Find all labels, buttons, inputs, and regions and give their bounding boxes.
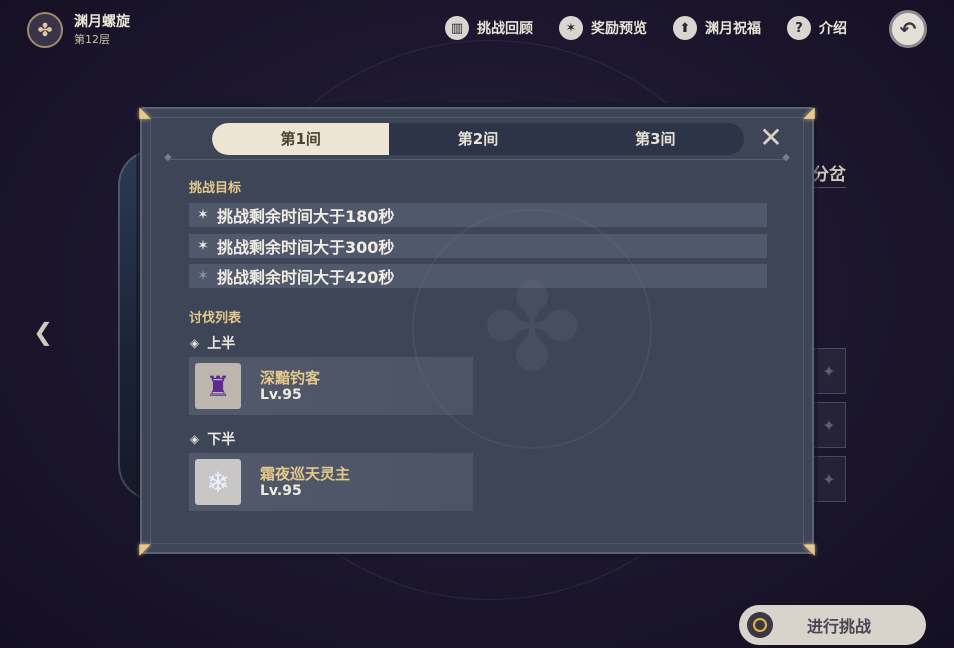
tab-chamber-2[interactable]: 第2间 [389,123,566,155]
book-icon: ▥ [445,16,469,40]
enemy-portrait: ♜ [195,363,241,409]
abyss-emblem-icon: ✤ [27,12,63,48]
enemy-name: 霜夜巡天灵主 [260,465,351,483]
background-slot: ✦ [812,402,846,448]
introduction-button[interactable]: ? 介绍 [787,15,847,41]
tab-chamber-1[interactable]: 第1间 [212,123,390,155]
back-button[interactable]: ↶ [889,10,927,48]
objective-text: 挑战剩余时间大于300秒 [217,238,395,257]
enemy-card[interactable]: ♜ 深黯钓客 Lv.95 [189,357,473,415]
close-button[interactable]: ✕ [756,123,786,153]
objectives-title: 挑战目标 [189,181,242,196]
background-tab-label: 分岔 [812,160,846,188]
reward-preview-button[interactable]: ✶ 奖励预览 [559,15,647,41]
abyss-blessing-label: 渊月祝福 [705,21,761,37]
abyss-star-icon: ✶ [197,268,209,284]
background-slot: ✦ [812,348,846,394]
previous-arrow-icon[interactable]: ❮ [30,318,56,346]
start-challenge-label: 进行挑战 [807,617,872,636]
half-label-text: 下半 [207,432,236,448]
corner-ornament-icon: ◣ [139,103,151,121]
first-half-label: ◈ 上半 [190,333,235,353]
enemy-portrait: ❄ [195,459,241,505]
enemy-level: Lv.95 [260,483,302,499]
challenge-review-label: 挑战回顾 [477,21,533,37]
objective-text: 挑战剩余时间大于420秒 [217,268,395,287]
objective-row: ✶ 挑战剩余时间大于420秒 [189,264,767,288]
diamond-icon: ◈ [190,336,200,350]
corner-ornament-icon: ◢ [803,103,815,121]
second-half-label: ◈ 下半 [190,429,235,449]
divider [164,152,790,163]
close-icon: ✕ [759,121,783,154]
floor-number: 第12层 [74,33,110,46]
objective-text: 挑战剩余时间大于180秒 [217,207,395,226]
chamber-details-modal: ✤ 第1间 第2间 第3间 ✕ 挑战目标 ✶ 挑战剩余时间大于180秒 ✶ 挑战… [140,107,814,554]
confirm-circle-icon [747,612,773,638]
diamond-icon: ◈ [190,432,200,446]
corner-ornament-icon: ◥ [803,540,815,558]
abyss-star-icon: ✶ [197,238,209,254]
enemy-list-title: 讨伐列表 [189,311,242,326]
challenge-review-button[interactable]: ▥ 挑战回顾 [445,15,533,41]
objective-row: ✶ 挑战剩余时间大于180秒 [189,203,767,227]
tab-chamber-3[interactable]: 第3间 [567,123,744,155]
back-arrow-icon: ↶ [899,17,917,41]
corner-ornament-icon: ◤ [139,540,151,558]
objective-row: ✶ 挑战剩余时间大于300秒 [189,234,767,258]
start-challenge-button[interactable]: 进行挑战 [739,605,926,645]
floor-name: 渊月螺旋 [74,14,130,30]
chamber-tabs: 第1间 第2间 第3间 [212,123,744,155]
help-icon: ? [787,16,811,40]
enemy-name: 深黯钓客 [260,369,321,387]
enemy-level: Lv.95 [260,387,302,403]
abyss-blessing-button[interactable]: ⬆ 渊月祝福 [673,15,761,41]
up-arrow-icon: ⬆ [673,16,697,40]
star-icon: ✶ [559,16,583,40]
enemy-card[interactable]: ❄ 霜夜巡天灵主 Lv.95 [189,453,473,511]
background-slot: ✦ [812,456,846,502]
half-label-text: 上半 [207,336,236,352]
reward-preview-label: 奖励预览 [591,21,647,37]
introduction-label: 介绍 [819,21,847,37]
abyss-star-icon: ✶ [197,207,209,223]
